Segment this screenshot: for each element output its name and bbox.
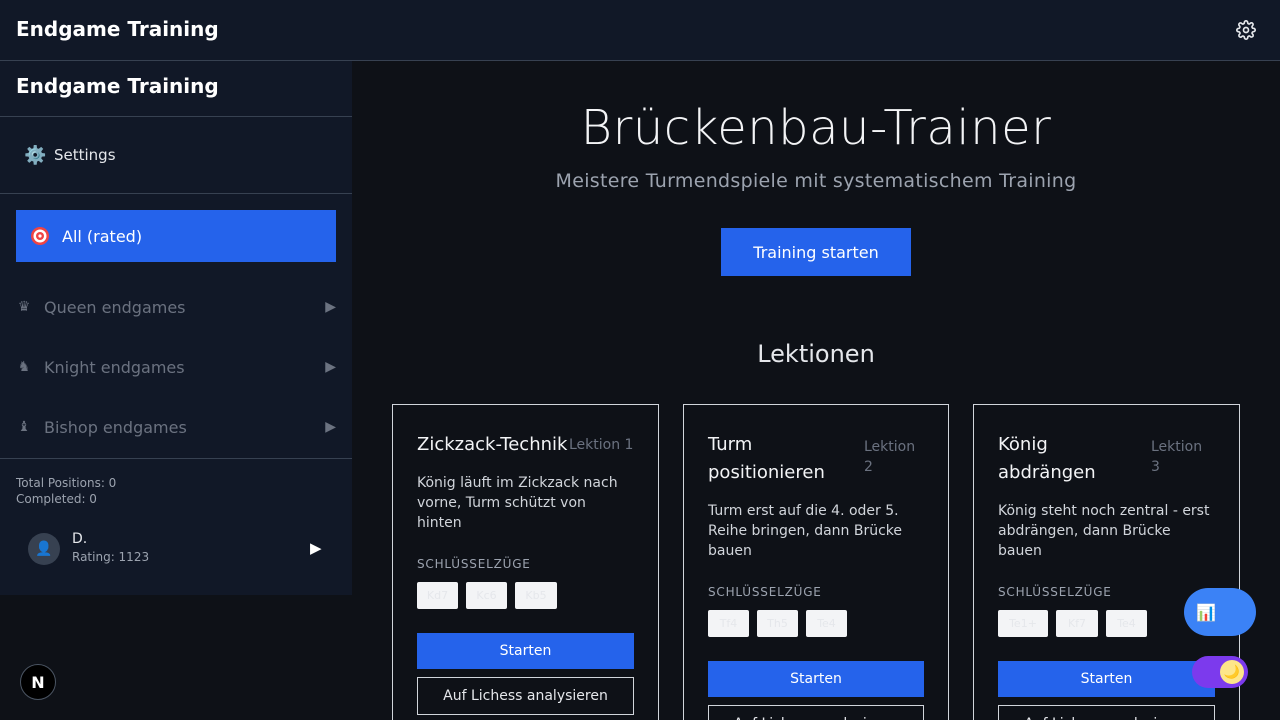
move-chip: Te4 [806,610,847,637]
moon-icon: 🌙 [1220,660,1244,684]
key-moves-chips: Te1+ Kf7 Te4 [998,610,1147,637]
knight-icon: ♞ [17,359,31,375]
bishop-icon: ♝ [17,419,31,435]
stats-button[interactable]: 📊 [1184,588,1256,636]
position-stats: Total Positions: 0 Completed: 0 [16,475,116,507]
sidebar-item-label: Knight endgames [44,357,185,377]
analyze-on-lichess-button[interactable]: Auf Lichess analysieren [708,705,924,720]
nextjs-badge[interactable]: N [20,664,56,700]
lesson-number: Lektion 2 [864,439,916,475]
page-subtitle: Meistere Turmendspiele mit systematische… [555,170,1077,192]
sidebar-item-label: All (rated) [62,226,143,246]
user-rating: Rating: 1123 [72,550,150,564]
chart-icon: 📊 [1196,602,1216,622]
move-chip: Te4 [1106,610,1147,637]
gear-icon[interactable] [1236,20,1256,40]
key-moves-label: SCHLÜSSELZÜGE [417,557,531,571]
key-moves-label: SCHLÜSSELZÜGE [998,585,1112,599]
move-chip: Kc6 [466,582,507,609]
sidebar-item-label: Queen endgames [44,297,186,317]
lesson-card: Zickzack-Technik Lektion 1 König läuft i… [392,404,659,720]
move-chip: Kd7 [417,582,458,609]
lesson-title: Zickzack-Technik [417,434,568,455]
lesson-description: Turm erst auf die 4. oder 5. Reihe bring… [708,503,903,559]
page-title: Brückenbau-Trainer [580,100,1052,156]
analyze-on-lichess-button[interactable]: Auf Lichess analysieren [417,677,634,715]
sidebar-divider [0,116,352,117]
sidebar-divider [0,193,352,194]
lesson-number: Lektion 1 [569,437,634,453]
expand-arrow-icon[interactable]: ▶ [325,419,336,435]
queen-icon: ♛ [17,299,31,315]
move-chip: Th5 [757,610,798,637]
top-bar: Endgame Training [0,0,1280,61]
lesson-start-button[interactable]: Starten [417,633,634,669]
avatar: 👤 [28,533,60,565]
sidebar-divider [0,458,352,459]
analyze-on-lichess-button[interactable]: Auf Lichess analysieren [998,705,1215,720]
sidebar-item-queen-endgames[interactable]: ♛ Queen endgames ▶ [16,295,336,319]
sidebar-item-settings[interactable]: ⚙️ Settings [24,143,116,167]
theme-toggle[interactable]: 🌙 [1192,656,1248,688]
sidebar-settings-label: Settings [54,146,116,164]
lessons-heading: Lektionen [757,340,875,368]
completed-positions: Completed: 0 [16,492,97,506]
lesson-title: König abdrängen [998,434,1096,483]
play-icon[interactable]: ▶ [310,539,322,557]
move-chip: Tf4 [708,610,749,637]
key-moves-chips: Tf4 Th5 Te4 [708,610,847,637]
user-name: D. [72,531,88,547]
lesson-description: König läuft im Zickzack nach vorne, Turm… [417,475,618,531]
lesson-card: Turm positionieren Lektion 2 Turm erst a… [683,404,949,720]
lesson-number: Lektion 3 [1151,439,1203,475]
total-positions: Total Positions: 0 [16,476,117,490]
sidebar-item-all-rated[interactable]: All (rated) [16,210,336,262]
sidebar-item-knight-endgames[interactable]: ♞ Knight endgames ▶ [16,355,336,379]
user-profile[interactable]: 👤 D. Rating: 1123 ▶ [28,531,328,567]
move-chip: Te1+ [998,610,1048,637]
lesson-description: König steht noch zentral - erst abdränge… [998,503,1210,559]
sidebar-item-bishop-endgames[interactable]: ♝ Bishop endgames ▶ [16,415,336,439]
sidebar-item-label: Bishop endgames [44,417,187,437]
lesson-start-button[interactable]: Starten [708,661,924,697]
app-title: Endgame Training [16,17,219,41]
lesson-title: Turm positionieren [708,434,825,483]
move-chip: Kf7 [1056,610,1098,637]
target-icon [31,227,49,245]
move-chip: Kb5 [515,582,557,609]
key-moves-chips: Kd7 Kc6 Kb5 [417,582,557,609]
expand-arrow-icon[interactable]: ▶ [325,359,336,375]
expand-arrow-icon[interactable]: ▶ [325,299,336,315]
key-moves-label: SCHLÜSSELZÜGE [708,585,822,599]
settings-gear-icon: ⚙️ [24,144,47,166]
sidebar: Endgame Training ⚙️ Settings All (rated)… [0,61,352,595]
lesson-start-button[interactable]: Starten [998,661,1215,697]
sidebar-title: Endgame Training [16,74,219,98]
start-training-button[interactable]: Training starten [721,228,911,276]
